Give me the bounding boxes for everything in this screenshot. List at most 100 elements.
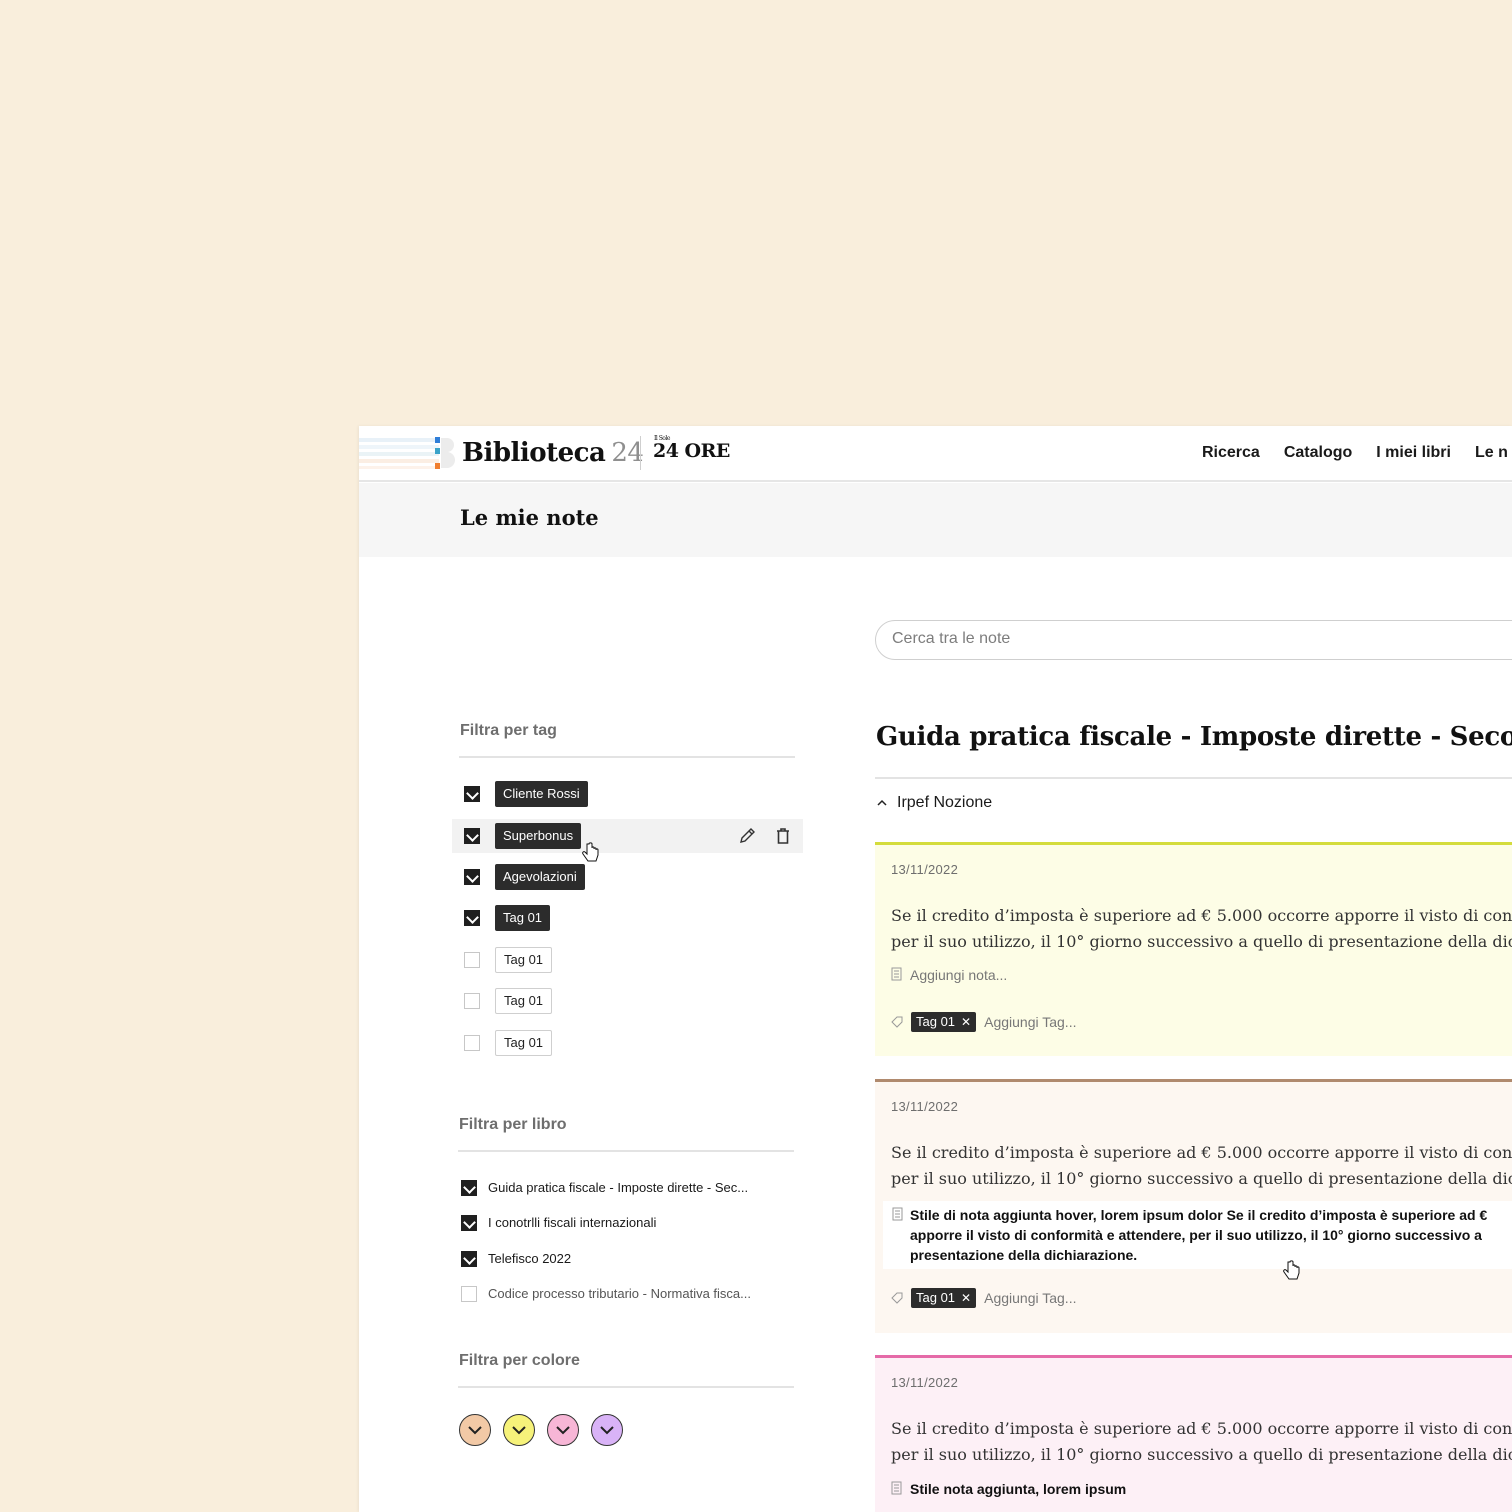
color-filter-title: Filtra per colore: [459, 1352, 580, 1369]
book-checkbox[interactable]: [461, 1251, 477, 1267]
chevron-up-icon: [877, 799, 887, 806]
chevron-down-icon: [512, 1426, 526, 1435]
note-card-brown[interactable]: 13/11/2022 Se il credito d’imposta è sup…: [875, 1079, 1512, 1333]
add-tag-button[interactable]: Aggiungi Tag...: [984, 1290, 1076, 1306]
book-filter-label[interactable]: Guida pratica fiscale - Imposte dirette …: [488, 1180, 748, 1195]
tag-filter-row: Tag 01: [452, 1026, 803, 1060]
color-swatch-yellow[interactable]: [503, 1414, 535, 1446]
trash-icon[interactable]: [773, 826, 793, 846]
main-nav: Ricerca Catalogo I miei libri Le n: [1202, 444, 1508, 462]
tag-chip[interactable]: Agevolazioni: [495, 864, 585, 890]
note-text-line: Stile di nota aggiunta hover, lorem ipsu…: [910, 1207, 1488, 1223]
brand-number: 24: [611, 438, 644, 468]
book-title-divider: [875, 777, 1512, 779]
book-filter-label[interactable]: Telefisco 2022: [488, 1251, 571, 1266]
note-excerpt-line: Se il credito d’imposta è superiore ad €…: [891, 906, 1512, 925]
brand-name: Biblioteca: [462, 438, 606, 468]
color-filter-divider: [458, 1386, 794, 1388]
note-card-yellow[interactable]: 13/11/2022 Se il credito d’imposta è sup…: [875, 842, 1512, 1056]
brand-stripes-icon: [359, 437, 455, 469]
tag-chip[interactable]: Superbonus: [495, 823, 582, 849]
book-filter-label[interactable]: Codice processo tributario - Normativa f…: [488, 1286, 751, 1301]
note-tag-line: Tag 01 ✕ Aggiungi Tag...: [891, 1012, 1076, 1032]
note-excerpt: Se il credito d’imposta è superiore ad €…: [891, 1416, 1512, 1468]
tag-checkbox[interactable]: [464, 1035, 480, 1051]
tag-filter-row: Tag 01: [452, 901, 803, 935]
chevron-down-icon: [556, 1426, 570, 1435]
hand-cursor-icon: [582, 842, 599, 862]
chevron-down-icon: [468, 1426, 482, 1435]
add-tag-button[interactable]: Aggiungi Tag...: [984, 1014, 1076, 1030]
note-excerpt-line: Se il credito d’imposta è superiore ad €…: [891, 1143, 1512, 1162]
note-excerpt-line: Se il credito d’imposta è superiore ad €…: [891, 1419, 1512, 1438]
nav-i-miei-libri[interactable]: I miei libri: [1376, 444, 1451, 462]
tag-checkbox[interactable]: [464, 952, 480, 968]
note-tag-label: Tag 01: [916, 1290, 956, 1305]
book-filter-divider: [458, 1150, 794, 1152]
note-text-hover[interactable]: Stile di nota aggiunta hover, lorem ipsu…: [883, 1201, 1512, 1269]
tag-icon: [891, 1292, 903, 1304]
note-excerpt-line: per il suo utilizzo, il 10° giorno succe…: [891, 1445, 1512, 1464]
tag-checkbox[interactable]: [464, 910, 480, 926]
tag-chip[interactable]: Cliente Rossi: [495, 781, 588, 807]
book-checkbox[interactable]: [461, 1215, 477, 1231]
book-checkbox[interactable]: [461, 1180, 477, 1196]
note-date: 13/11/2022: [891, 862, 959, 877]
tag-checkbox[interactable]: [464, 869, 480, 885]
document-icon: [891, 967, 902, 981]
tag-chip[interactable]: Tag 01: [495, 905, 551, 931]
section-label: Irpef Nozione: [897, 794, 993, 811]
note-excerpt-line: per il suo utilizzo, il 10° giorno succe…: [891, 932, 1512, 951]
notes-search-input[interactable]: [892, 630, 1492, 648]
tag-checkbox[interactable]: [464, 786, 480, 802]
document-icon: [891, 1481, 902, 1495]
note-date: 13/11/2022: [891, 1099, 959, 1114]
brand-logo[interactable]: Biblioteca 24: [462, 438, 644, 468]
chevron-down-icon: [600, 1426, 614, 1435]
book-checkbox[interactable]: [461, 1286, 477, 1302]
add-note-field[interactable]: Aggiungi nota...: [891, 967, 1007, 983]
color-swatches: [459, 1414, 623, 1446]
note-tag-label: Tag 01: [916, 1014, 956, 1029]
remove-tag-icon[interactable]: ✕: [961, 1012, 971, 1032]
nav-catalogo[interactable]: Catalogo: [1284, 444, 1352, 462]
note-text[interactable]: Stile nota aggiunta, lorem ipsum: [891, 1481, 1126, 1497]
partner-logo: Il Sole 24 ORE: [653, 435, 730, 462]
brand-separator: [640, 436, 641, 470]
tag-chip[interactable]: Tag 01: [495, 1030, 553, 1056]
nav-le-mie-note[interactable]: Le n: [1475, 444, 1508, 462]
note-text-line: Stile nota aggiunta, lorem ipsum: [910, 1481, 1127, 1497]
page-title: Le mie note: [460, 505, 599, 530]
note-card-pink[interactable]: 13/11/2022 Se il credito d’imposta è sup…: [875, 1355, 1512, 1512]
remove-tag-icon[interactable]: ✕: [961, 1288, 971, 1308]
tag-checkbox[interactable]: [464, 993, 480, 1009]
note-excerpt-line: per il suo utilizzo, il 10° giorno succe…: [891, 1169, 1512, 1188]
nav-ricerca[interactable]: Ricerca: [1202, 444, 1260, 462]
color-swatch-orange[interactable]: [459, 1414, 491, 1446]
tag-chip[interactable]: Tag 01: [495, 947, 553, 973]
tag-filter-row: Tag 01: [452, 943, 803, 977]
note-tag-chip[interactable]: Tag 01 ✕: [911, 1288, 977, 1308]
pencil-icon[interactable]: [737, 826, 757, 846]
tag-filter-title: Filtra per tag: [460, 722, 557, 739]
note-date: 13/11/2022: [891, 1375, 959, 1390]
tag-chip[interactable]: Tag 01: [495, 988, 553, 1014]
tag-filter-row: Agevolazioni: [452, 860, 803, 894]
color-swatch-purple[interactable]: [591, 1414, 623, 1446]
section-toggle[interactable]: Irpef Nozione: [877, 794, 992, 812]
partner-logo-text: 24 ORE: [653, 440, 730, 462]
note-excerpt: Se il credito d’imposta è superiore ad €…: [891, 903, 1512, 955]
top-navigation-bar: Biblioteca 24 Il Sole 24 ORE Ricerca Cata…: [359, 426, 1512, 482]
notes-search: [875, 620, 1512, 660]
tag-filter-row: Cliente Rossi: [452, 777, 803, 811]
book-title: Guida pratica fiscale - Imposte dirette …: [876, 722, 1512, 752]
book-filter-label[interactable]: I conotrlli fiscali internazionali: [488, 1215, 656, 1230]
document-icon: [892, 1207, 903, 1221]
note-tag-chip[interactable]: Tag 01 ✕: [911, 1012, 977, 1032]
color-swatch-pink[interactable]: [547, 1414, 579, 1446]
page-title-band: Le mie note: [359, 483, 1512, 557]
app-window: Biblioteca 24 Il Sole 24 ORE Ricerca Cata…: [359, 426, 1512, 1512]
tag-checkbox[interactable]: [464, 828, 480, 844]
book-filter-title: Filtra per libro: [459, 1116, 567, 1133]
hand-cursor-icon: [1283, 1260, 1300, 1280]
